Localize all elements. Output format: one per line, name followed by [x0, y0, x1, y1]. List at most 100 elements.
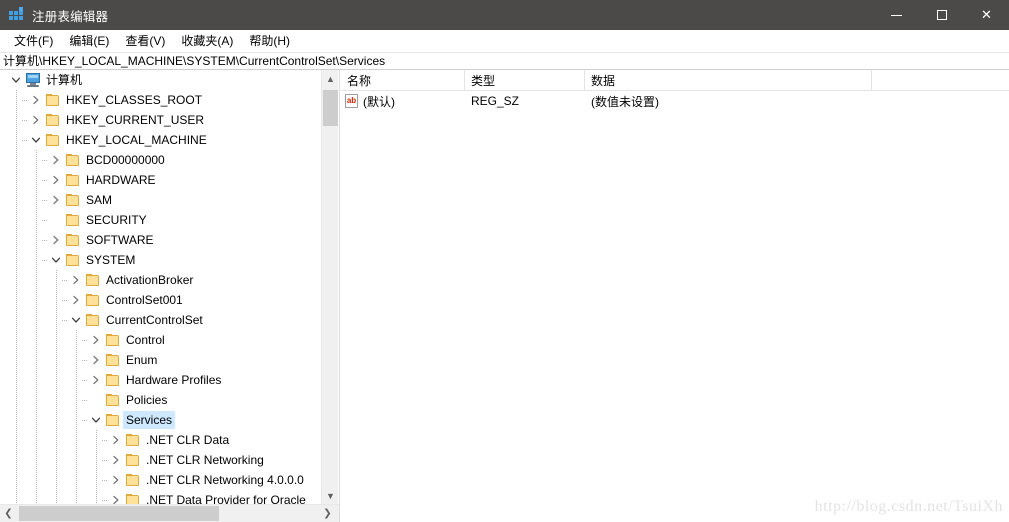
minimize-button[interactable] — [874, 0, 919, 30]
tree-item-hkey-current-user[interactable]: HKEY_CURRENT_USER — [0, 110, 322, 130]
maximize-button[interactable] — [919, 0, 964, 30]
folder-icon — [64, 252, 81, 268]
chevron-down-icon[interactable] — [28, 132, 44, 148]
chevron-right-icon[interactable] — [48, 192, 64, 208]
folder-icon — [64, 192, 81, 208]
tree-guide-stub — [22, 100, 27, 101]
menu-favorites[interactable]: 收藏夹(A) — [173, 31, 241, 51]
chevron-right-icon[interactable] — [28, 92, 44, 108]
chevron-down-icon[interactable] — [68, 312, 84, 328]
tree-item-software[interactable]: SOFTWARE — [0, 230, 322, 250]
chevron-down-icon[interactable] — [8, 72, 24, 88]
tree-item-.net-data-provider-for-oracle[interactable]: .NET Data Provider for Oracle — [0, 490, 322, 504]
tree-item-label: BCD00000000 — [86, 153, 165, 167]
tree-item-label: HARDWARE — [86, 173, 156, 187]
tree-horizontal-scrollbar[interactable]: ❮ ❯ — [0, 504, 339, 522]
chevron-right-icon[interactable] — [88, 372, 104, 388]
tree-item-activationbroker[interactable]: ActivationBroker — [0, 270, 322, 290]
tree-guide-line — [36, 390, 37, 410]
close-button[interactable]: ✕ — [964, 0, 1009, 30]
tree-item-enum[interactable]: Enum — [0, 350, 322, 370]
folder-icon — [44, 112, 61, 128]
tree-item--[interactable]: 计算机 — [0, 70, 322, 90]
tree-guide-line — [36, 490, 37, 504]
tree-guide-line — [76, 470, 77, 490]
chevron-right-icon[interactable] — [28, 112, 44, 128]
values-list[interactable]: ab (默认) REG_SZ (数值未设置) — [341, 91, 1009, 111]
chevron-right-icon[interactable] — [108, 492, 124, 504]
chevron-right-icon[interactable] — [48, 232, 64, 248]
tree-guide-stub — [102, 480, 107, 481]
chevron-right-icon[interactable] — [88, 332, 104, 348]
tree-guide-line — [76, 430, 77, 450]
tree-item-label: ActivationBroker — [106, 273, 194, 287]
chevron-right-icon[interactable] — [108, 472, 124, 488]
values-pane: 名称 类型 数据 ab (默认) REG_SZ (数值未设置) — [341, 70, 1009, 522]
tree-guide-line — [16, 350, 17, 370]
table-row[interactable]: ab (默认) REG_SZ (数值未设置) — [341, 91, 1009, 111]
tree-item-hardware-profiles[interactable]: Hardware Profiles — [0, 370, 322, 390]
scroll-left-icon[interactable]: ❮ — [0, 505, 17, 522]
tree-item-currentcontrolset[interactable]: CurrentControlSet — [0, 310, 322, 330]
chevron-right-icon[interactable] — [68, 292, 84, 308]
tree-hscroll-thumb[interactable] — [19, 506, 219, 521]
tree-item-label: 计算机 — [46, 73, 83, 87]
tree-item-system[interactable]: SYSTEM — [0, 250, 322, 270]
menu-edit[interactable]: 编辑(E) — [61, 31, 117, 51]
tree-item-sam[interactable]: SAM — [0, 190, 322, 210]
column-header-0[interactable]: 名称 — [341, 70, 465, 90]
chevron-right-icon[interactable] — [68, 272, 84, 288]
registry-tree[interactable]: 计算机 HKEY_CLASSES_ROOT HKEY_CURRENT_USER HKE… — [0, 70, 322, 504]
tree-item-policies[interactable]: Policies — [0, 390, 322, 410]
scroll-right-icon[interactable]: ❯ — [319, 505, 336, 522]
tree-guide-line — [16, 230, 17, 250]
tree-item-control[interactable]: Control — [0, 330, 322, 350]
scroll-down-icon[interactable]: ▼ — [322, 487, 339, 504]
tree-item-label: SECURITY — [86, 213, 147, 227]
registry-editor-window: 注册表编辑器 ✕ 文件(F) 编辑(E) 查看(V) 收藏夹(A) 帮助(H) … — [0, 0, 1009, 522]
tree-item-.net-clr-networking[interactable]: .NET CLR Networking — [0, 450, 322, 470]
tree-item-controlset001[interactable]: ControlSet001 — [0, 290, 322, 310]
tree-vertical-scrollbar[interactable]: ▲ ▼ — [321, 70, 338, 504]
tree-item-hkey-classes-root[interactable]: HKEY_CLASSES_ROOT — [0, 90, 322, 110]
tree-item-label: SAM — [86, 193, 113, 207]
folder-icon — [44, 132, 61, 148]
tree-guide-line — [56, 370, 57, 390]
column-header-1[interactable]: 类型 — [465, 70, 585, 90]
tree-item-hkey-local-machine[interactable]: HKEY_LOCAL_MACHINE — [0, 130, 322, 150]
chevron-right-icon[interactable] — [48, 172, 64, 188]
tree-guide-line — [36, 290, 37, 310]
tree-vscroll-thumb[interactable] — [323, 90, 338, 126]
tree-guide-line — [16, 490, 17, 504]
chevron-down-icon[interactable] — [48, 252, 64, 268]
tree-item-.net-clr-data[interactable]: .NET CLR Data — [0, 430, 322, 450]
chevron-right-icon[interactable] — [48, 152, 64, 168]
menu-file[interactable]: 文件(F) — [6, 31, 61, 51]
tree-item-hardware[interactable]: HARDWARE — [0, 170, 322, 190]
chevron-right-icon[interactable] — [108, 452, 124, 468]
tree-guide-line — [36, 270, 37, 290]
tree-guide-line — [76, 410, 77, 430]
chevron-down-icon[interactable] — [88, 412, 104, 428]
tree-guide-line — [76, 330, 77, 350]
tree-item-label: CurrentControlSet — [106, 313, 203, 327]
column-header-2[interactable]: 数据 — [585, 70, 872, 90]
menu-view[interactable]: 查看(V) — [117, 31, 173, 51]
tree-guide-line — [76, 390, 77, 410]
tree-guide-line — [56, 270, 57, 290]
tree-guide-line — [36, 370, 37, 390]
address-bar[interactable]: 计算机\HKEY_LOCAL_MACHINE\SYSTEM\CurrentCon… — [0, 52, 1009, 70]
tree-item-services[interactable]: Services — [0, 410, 322, 430]
tree-item-bcd00000000[interactable]: BCD00000000 — [0, 150, 322, 170]
tree-item-.net-clr-networking-4.0.0.0[interactable]: .NET CLR Networking 4.0.0.0 — [0, 470, 322, 490]
menu-help[interactable]: 帮助(H) — [241, 31, 298, 51]
tree-guide-line — [76, 450, 77, 470]
folder-icon — [64, 212, 81, 228]
chevron-right-icon[interactable] — [88, 352, 104, 368]
close-icon: ✕ — [981, 7, 992, 23]
tree-guide-line — [36, 170, 37, 190]
scroll-up-icon[interactable]: ▲ — [322, 70, 339, 87]
tree-guide-line — [16, 370, 17, 390]
chevron-right-icon[interactable] — [108, 432, 124, 448]
tree-item-security[interactable]: SECURITY — [0, 210, 322, 230]
